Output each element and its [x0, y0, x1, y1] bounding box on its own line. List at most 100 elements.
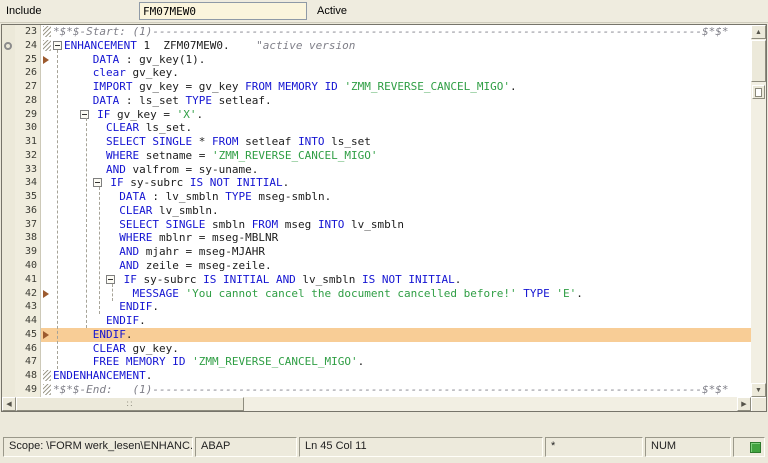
- line-number[interactable]: 33: [15, 162, 41, 177]
- code-line[interactable]: 28 DATA : ls_set TYPE setleaf.: [2, 93, 751, 108]
- code-text[interactable]: FREE MEMORY ID 'ZMM_REVERSE_CANCEL_MIGO'…: [53, 355, 751, 369]
- line-number[interactable]: 29: [15, 107, 41, 122]
- line-number[interactable]: 49: [15, 382, 41, 397]
- code-line[interactable]: 25 DATA : gv_key(1).: [2, 52, 751, 67]
- include-input[interactable]: [139, 2, 307, 20]
- horizontal-scrollbar[interactable]: ◀ ∷ ▶: [2, 397, 751, 411]
- scroll-down-button[interactable]: ▼: [751, 383, 766, 397]
- code-text[interactable]: AND mjahr = mseg-MJAHR: [53, 245, 751, 259]
- gutter-icon-cell: [2, 231, 15, 246]
- line-number[interactable]: 26: [15, 66, 41, 81]
- code-text[interactable]: DATA : lv_smbln TYPE mseg-smbln.: [53, 190, 751, 204]
- line-number[interactable]: 32: [15, 148, 41, 163]
- code-line[interactable]: 33 AND valfrom = sy-uname.: [2, 162, 751, 177]
- code-line[interactable]: 31 SELECT SINGLE * FROM setleaf INTO ls_…: [2, 135, 751, 149]
- code-line[interactable]: 43 ENDIF.: [2, 300, 751, 315]
- line-number[interactable]: 31: [15, 135, 41, 149]
- code-line[interactable]: 38 WHERE mblnr = mseg-MBLNR: [2, 231, 751, 246]
- code-text[interactable]: IF sy-subrc IS NOT INITIAL.: [53, 176, 751, 190]
- code-text[interactable]: IF sy-subrc IS INITIAL AND lv_smbln IS N…: [53, 273, 751, 287]
- token-kw: FROM: [251, 217, 279, 231]
- line-number[interactable]: 41: [15, 272, 41, 287]
- fold-collapse-icon[interactable]: [53, 40, 62, 50]
- code-text[interactable]: ENDIF.: [53, 328, 751, 342]
- vertical-scroll-thumb[interactable]: [751, 40, 766, 82]
- code-text[interactable]: AND zeile = mseg-zeile.: [53, 259, 751, 273]
- code-editor-rows[interactable]: 23 *$*$-Start: (1)-----------------------…: [2, 25, 751, 397]
- line-number[interactable]: 43: [15, 300, 41, 315]
- code-text[interactable]: SELECT SINGLE smbln FROM mseg INTO lv_sm…: [53, 218, 751, 232]
- document-marker-icon[interactable]: [752, 85, 765, 99]
- line-number[interactable]: 40: [15, 259, 41, 273]
- line-number[interactable]: 44: [15, 314, 41, 328]
- scroll-left-button[interactable]: ◀: [2, 397, 16, 411]
- code-text[interactable]: ENDENHANCEMENT.: [53, 369, 751, 383]
- code-text[interactable]: CLEAR ls_set.: [53, 121, 751, 135]
- line-number[interactable]: 45: [15, 327, 41, 342]
- code-line[interactable]: 45 ENDIF.: [2, 327, 751, 342]
- code-line[interactable]: 35 DATA : lv_smbln TYPE mseg-smbln.: [2, 190, 751, 204]
- line-number[interactable]: 36: [15, 203, 41, 218]
- line-number[interactable]: 34: [15, 176, 41, 191]
- code-text[interactable]: WHERE mblnr = mseg-MBLNR: [53, 231, 751, 245]
- line-number[interactable]: 46: [15, 341, 41, 356]
- code-line[interactable]: 44 ENDIF.: [2, 314, 751, 328]
- code-text[interactable]: IMPORT gv_key = gv_key FROM MEMORY ID 'Z…: [53, 80, 751, 94]
- line-number[interactable]: 42: [15, 286, 41, 301]
- code-line[interactable]: 48 ENDENHANCEMENT.: [2, 369, 751, 383]
- code-line[interactable]: 24 ENHANCEMENT 1 ZFM07MEW0. "active versi…: [2, 38, 751, 53]
- line-number[interactable]: 28: [15, 93, 41, 108]
- code-line[interactable]: 37 SELECT SINGLE smbln FROM mseg INTO lv…: [2, 217, 751, 232]
- line-number[interactable]: 48: [15, 369, 41, 383]
- line-number[interactable]: 23: [15, 25, 41, 39]
- code-line[interactable]: 29 IF gv_key = 'X'.: [2, 107, 751, 122]
- code-text[interactable]: clear gv_key.: [53, 66, 751, 80]
- code-text[interactable]: CLEAR gv_key.: [53, 342, 751, 356]
- line-number[interactable]: 27: [15, 80, 41, 94]
- code-line[interactable]: 36 CLEAR lv_smbln.: [2, 203, 751, 218]
- scroll-right-button[interactable]: ▶: [737, 397, 751, 411]
- line-number[interactable]: 38: [15, 231, 41, 246]
- code-text[interactable]: *$*$-Start: (1)-------------------------…: [53, 25, 751, 39]
- line-number[interactable]: 37: [15, 217, 41, 232]
- code-line[interactable]: 49 *$*$-End: (1)-------------------------…: [2, 382, 751, 397]
- line-number[interactable]: 47: [15, 355, 41, 370]
- line-number[interactable]: 30: [15, 121, 41, 136]
- gutter-icon-cell: [2, 107, 15, 122]
- line-number[interactable]: 24: [15, 38, 41, 53]
- code-text[interactable]: AND valfrom = sy-uname.: [53, 163, 751, 177]
- vertical-scrollbar[interactable]: ▲ ▼: [751, 25, 766, 397]
- code-text[interactable]: ENHANCEMENT 1 ZFM07MEW0. "active version: [53, 39, 751, 53]
- code-text[interactable]: ENDIF.: [53, 300, 751, 314]
- code-text[interactable]: SELECT SINGLE * FROM setleaf INTO ls_set: [53, 135, 751, 149]
- horizontal-scroll-thumb[interactable]: ∷: [16, 397, 244, 411]
- token-kw: DATA: [119, 190, 146, 204]
- code-line[interactable]: 47 FREE MEMORY ID 'ZMM_REVERSE_CANCEL_MI…: [2, 355, 751, 370]
- line-number[interactable]: 25: [15, 52, 41, 67]
- code-text[interactable]: DATA : gv_key(1).: [53, 53, 751, 67]
- fold-collapse-icon[interactable]: [92, 178, 102, 188]
- line-number[interactable]: 35: [15, 190, 41, 204]
- code-line[interactable]: 46 CLEAR gv_key.: [2, 341, 751, 356]
- code-text[interactable]: MESSAGE 'You cannot cancel the document …: [53, 287, 751, 301]
- line-number[interactable]: 39: [15, 245, 41, 260]
- code-line[interactable]: 23 *$*$-Start: (1)-----------------------…: [2, 25, 751, 39]
- code-text[interactable]: IF gv_key = 'X'.: [53, 108, 751, 122]
- code-line[interactable]: 27 IMPORT gv_key = gv_key FROM MEMORY ID…: [2, 80, 751, 94]
- scroll-up-button[interactable]: ▲: [751, 25, 766, 39]
- code-line[interactable]: 41 IF sy-subrc IS INITIAL AND lv_smbln I…: [2, 272, 751, 287]
- code-text[interactable]: CLEAR lv_smbln.: [53, 204, 751, 218]
- code-line[interactable]: 40 AND zeile = mseg-zeile.: [2, 259, 751, 273]
- code-line[interactable]: 42 MESSAGE 'You cannot cancel the docume…: [2, 286, 751, 301]
- code-line[interactable]: 30 CLEAR ls_set.: [2, 121, 751, 136]
- code-text[interactable]: WHERE setname = 'ZMM_REVERSE_CANCEL_MIGO…: [53, 149, 751, 163]
- code-text[interactable]: DATA : ls_set TYPE setleaf.: [53, 94, 751, 108]
- code-text[interactable]: *$*$-End: (1)---------------------------…: [53, 383, 751, 397]
- fold-collapse-icon[interactable]: [79, 109, 89, 119]
- code-line[interactable]: 26 clear gv_key.: [2, 66, 751, 81]
- code-line[interactable]: 39 AND mjahr = mseg-MJAHR: [2, 245, 751, 260]
- code-line[interactable]: 34 IF sy-subrc IS NOT INITIAL.: [2, 176, 751, 191]
- code-text[interactable]: ENDIF.: [53, 314, 751, 328]
- fold-collapse-icon[interactable]: [105, 274, 115, 284]
- code-line[interactable]: 32 WHERE setname = 'ZMM_REVERSE_CANCEL_M…: [2, 148, 751, 163]
